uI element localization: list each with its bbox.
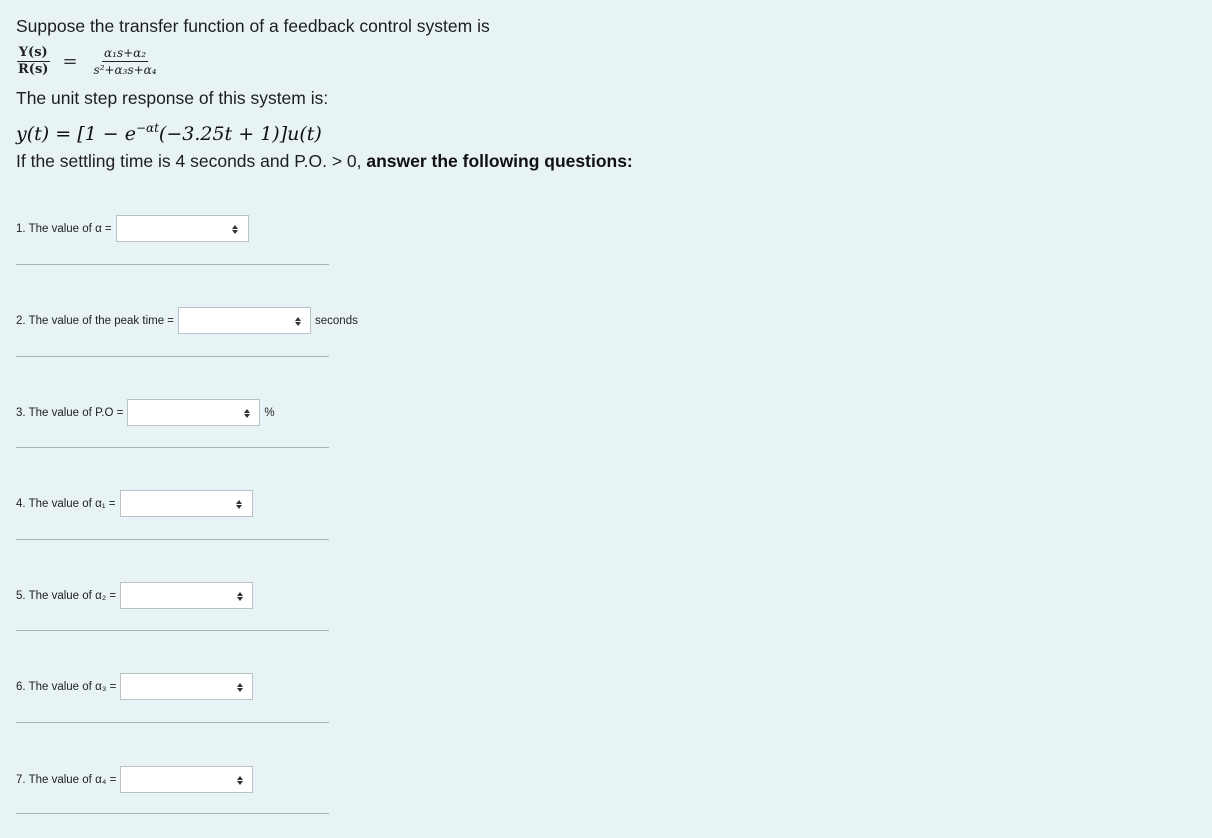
up-down-chevron-icon (236, 497, 243, 511)
divider (16, 813, 329, 814)
tf-left-denominator: R(s) (18, 61, 49, 77)
up-down-chevron-icon (243, 406, 250, 420)
question-2-select[interactable] (178, 307, 312, 334)
condition-bold: answer the following questions: (366, 151, 633, 171)
question-1-select[interactable] (115, 215, 249, 242)
question-5: 5. The value of α₂ = (16, 582, 254, 609)
question-2-label: 2. The value of the peak time = (16, 314, 175, 327)
question-4: 4. The value of α₁ = (16, 490, 253, 517)
intro-line: Suppose the transfer function of a feedb… (16, 16, 490, 36)
divider (16, 539, 329, 540)
question-3-select[interactable] (127, 399, 261, 426)
up-down-chevron-icon (236, 773, 243, 787)
up-down-chevron-icon (232, 222, 239, 236)
question-2: 2. The value of the peak time = seconds (16, 307, 358, 334)
step-response-equation: y(t) = [1 − e−αt(−3.25t + 1)]u(t) (16, 114, 1166, 148)
divider (16, 264, 329, 265)
up-down-chevron-icon (236, 680, 243, 694)
condition-text: If the settling time is 4 seconds and P.… (16, 151, 367, 171)
response-main: y(t) = [1 − e (16, 123, 136, 145)
tf-right-numerator: α₁s+α₂ (102, 45, 149, 62)
question-3-unit: % (264, 406, 275, 419)
question-2-unit: seconds (315, 314, 358, 327)
response-tail: (−3.25t + 1)]u(t) (158, 123, 322, 145)
tf-equals: = (62, 50, 78, 72)
response-exponent: −αt (135, 121, 159, 135)
tf-right-denominator: s²+α₃s+α₄ (93, 62, 157, 77)
question-1-label: 1. The value of α = (16, 222, 112, 235)
question-7-select[interactable] (120, 766, 254, 793)
divider (16, 630, 329, 631)
question-3: 3. The value of P.O = % (16, 399, 275, 426)
question-4-label: 4. The value of α₁ = (16, 497, 116, 510)
step-response-intro: The unit step response of this system is… (16, 88, 329, 108)
question-5-select[interactable] (120, 582, 254, 609)
question-6: 6. The value of α₃ = (16, 673, 254, 700)
divider (16, 722, 329, 723)
tf-right-fraction: α₁s+α₂ s²+α₃s+α₄ (92, 46, 159, 77)
question-4-select[interactable] (119, 490, 253, 517)
question-6-label: 6. The value of α₃ = (16, 680, 117, 693)
tf-left-numerator: Y(s) (16, 44, 50, 62)
question-3-label: 3. The value of P.O = (16, 406, 124, 419)
question-1: 1. The value of α = (16, 215, 249, 242)
tf-left-fraction: Y(s) R(s) (16, 44, 50, 77)
divider (16, 356, 329, 357)
up-down-chevron-icon (236, 589, 243, 603)
question-7: 7. The value of α₄ = (16, 766, 254, 793)
condition-line: If the settling time is 4 seconds and P.… (16, 149, 1166, 173)
up-down-chevron-icon (294, 314, 301, 328)
problem-statement: Suppose the transfer function of a feedb… (16, 14, 1166, 173)
question-5-label: 5. The value of α₂ = (16, 589, 117, 602)
transfer-function: Y(s) R(s) = α₁s+α₂ s²+α₃s+α₄ (16, 39, 1166, 83)
question-7-label: 7. The value of α₄ = (16, 773, 117, 786)
question-6-select[interactable] (120, 673, 254, 700)
divider (16, 447, 329, 448)
